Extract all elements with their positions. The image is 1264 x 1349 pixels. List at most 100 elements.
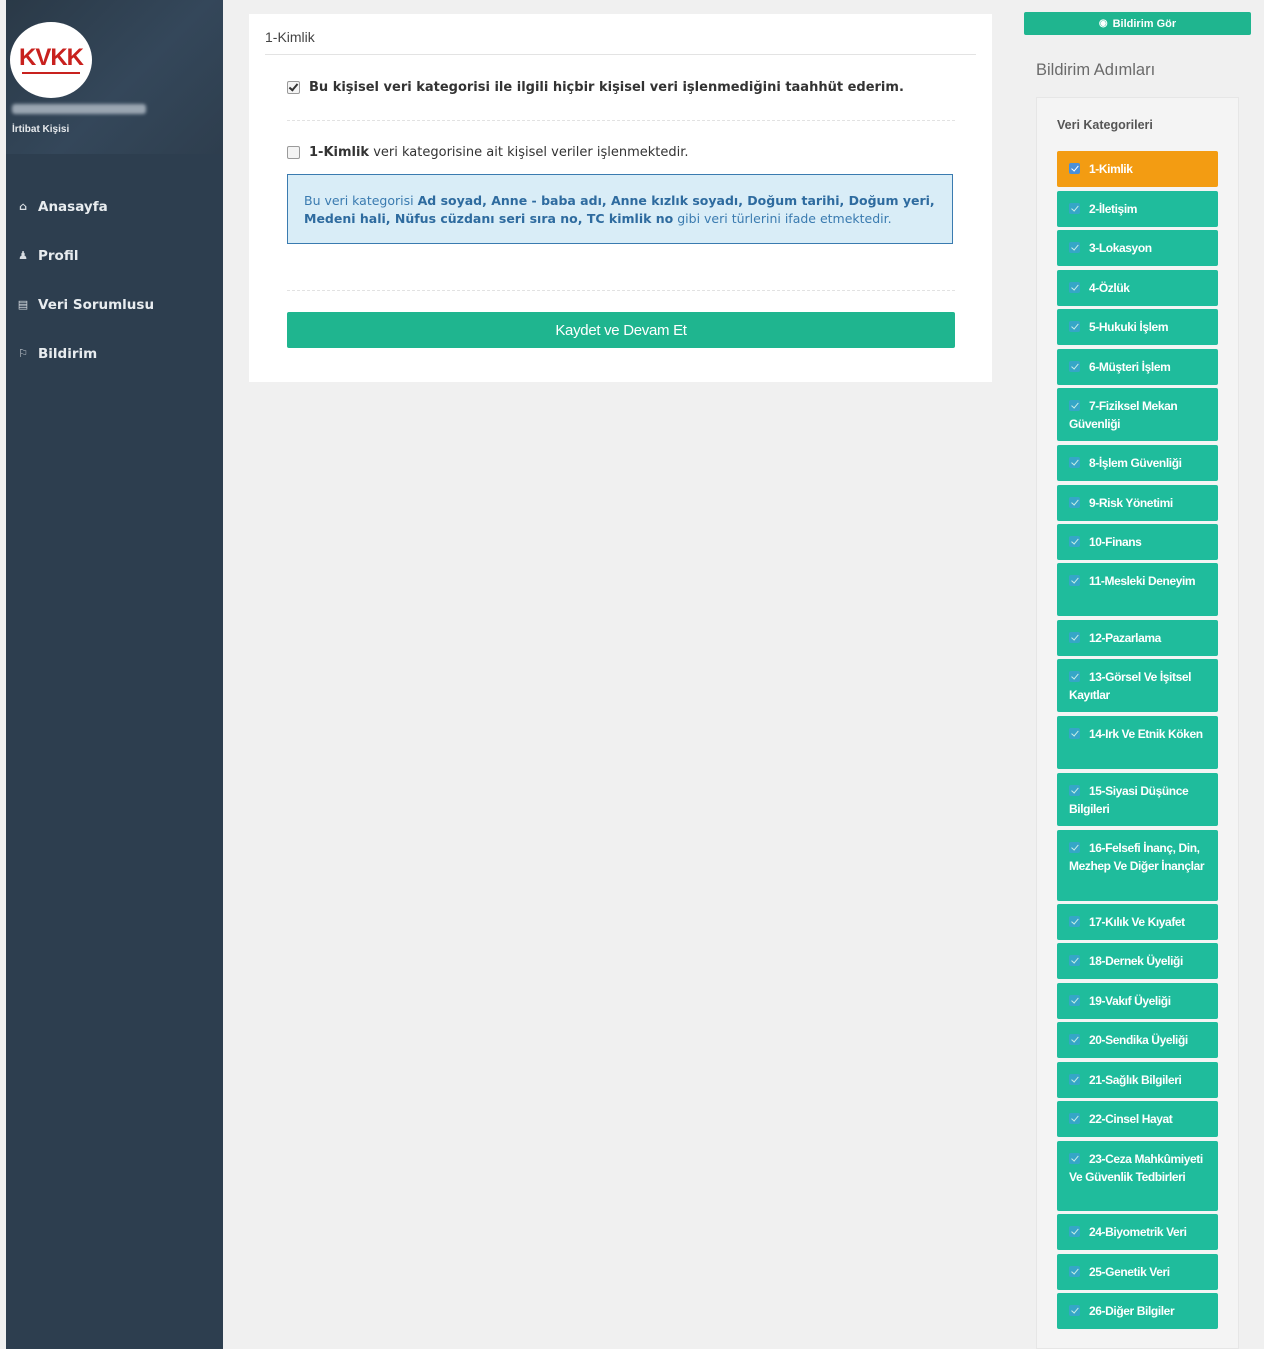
process-option[interactable]: 1-Kimlik veri kategorisine ait kişisel v… bbox=[287, 145, 689, 160]
profile-role: İrtibat Kişisi bbox=[12, 124, 70, 135]
step-item[interactable]: 18-Dernek Üyeliği bbox=[1057, 943, 1218, 979]
step-item[interactable]: 7-Fiziksel Mekan Güvenliği bbox=[1057, 388, 1218, 441]
step-item[interactable]: 24-Biyometrik Veri bbox=[1057, 1214, 1218, 1250]
checkbox-checked-icon bbox=[1069, 632, 1080, 643]
step-label: 3-Lokasyon bbox=[1089, 241, 1152, 255]
checkbox-checked-icon bbox=[1069, 1226, 1080, 1237]
checkbox-checked-icon bbox=[1069, 575, 1080, 586]
step-item[interactable]: 4-Özlük bbox=[1057, 270, 1218, 306]
checkbox-checked-icon bbox=[1069, 1074, 1080, 1085]
step-item[interactable]: 20-Sendika Üyeliği bbox=[1057, 1022, 1218, 1058]
commit-label: Bu kişisel veri kategorisi ile ilgili hi… bbox=[309, 80, 904, 95]
step-label: 8-İşlem Güvenliği bbox=[1089, 456, 1182, 470]
checkbox-checked-icon bbox=[1069, 955, 1080, 966]
checkbox-checked-icon bbox=[1069, 1266, 1080, 1277]
process-label-rest: veri kategorisine ait kişisel veriler iş… bbox=[373, 145, 689, 160]
step-item[interactable]: 19-Vakıf Üyeliği bbox=[1057, 983, 1218, 1019]
step-label: 16-Felsefi İnanç, Din, Mezhep Ve Diğer İ… bbox=[1069, 841, 1205, 873]
step-label: 17-Kılık Ve Kıyafet bbox=[1089, 915, 1185, 929]
sidebar-profile: KVKK İrtibat Kişisi bbox=[6, 0, 223, 154]
sidebar-item-label: Bildirim bbox=[38, 345, 98, 362]
checkbox-checked-icon bbox=[1069, 1305, 1080, 1316]
step-label: 11-Mesleki Deneyim bbox=[1089, 574, 1196, 588]
step-label: 22-Cinsel Hayat bbox=[1089, 1112, 1173, 1126]
checkbox-checked-icon bbox=[1069, 785, 1080, 796]
save-continue-button[interactable]: Kaydet ve Devam Et bbox=[287, 312, 955, 348]
step-item[interactable]: 26-Diğer Bilgiler bbox=[1057, 1293, 1218, 1329]
logo-underline bbox=[22, 72, 80, 74]
home-icon: ⌂ bbox=[19, 200, 27, 213]
info-prefix: Bu veri kategorisi bbox=[304, 193, 414, 208]
step-item[interactable]: 11-Mesleki Deneyim bbox=[1057, 563, 1218, 616]
step-item[interactable]: 16-Felsefi İnanç, Din, Mezhep Ve Diğer İ… bbox=[1057, 830, 1218, 901]
category-info-box: Bu veri kategorisi Ad soyad, Anne - baba… bbox=[287, 174, 953, 244]
sidebar-item-profil[interactable]: ♟ Profil bbox=[6, 231, 223, 280]
step-item[interactable]: 21-Sağlık Bilgileri bbox=[1057, 1062, 1218, 1098]
checkbox-checked-icon bbox=[1069, 321, 1080, 332]
step-label: 10-Finans bbox=[1089, 535, 1142, 549]
step-item[interactable]: 9-Risk Yönetimi bbox=[1057, 485, 1218, 521]
sidebar-item-veri-sorumlusu[interactable]: ▤ Veri Sorumlusu bbox=[6, 280, 223, 329]
step-item[interactable]: 1-Kimlik bbox=[1057, 151, 1218, 187]
checkbox-checked-icon bbox=[1069, 1153, 1080, 1164]
logo-text: KVKK bbox=[18, 44, 84, 71]
checkbox-checked-icon bbox=[1069, 916, 1080, 927]
step-item[interactable]: 25-Genetik Veri bbox=[1057, 1254, 1218, 1290]
step-item[interactable]: 3-Lokasyon bbox=[1057, 230, 1218, 266]
step-item[interactable]: 2-İletişim bbox=[1057, 191, 1218, 227]
process-category: 1-Kimlik bbox=[309, 145, 370, 160]
kvkk-logo: KVKK bbox=[10, 22, 92, 98]
step-label: 2-İletişim bbox=[1089, 202, 1138, 216]
bullhorn-icon: ⚐ bbox=[18, 347, 28, 360]
sidebar-item-anasayfa[interactable]: ⌂ Anasayfa bbox=[6, 182, 223, 231]
commit-checkbox[interactable] bbox=[287, 81, 300, 94]
step-item[interactable]: 15-Siyasi Düşünce Bilgileri bbox=[1057, 773, 1218, 826]
dashed-divider bbox=[287, 290, 955, 291]
step-item[interactable]: 8-İşlem Güvenliği bbox=[1057, 445, 1218, 481]
step-label: 7-Fiziksel Mekan Güvenliği bbox=[1069, 399, 1178, 431]
step-item[interactable]: 5-Hukuki İşlem bbox=[1057, 309, 1218, 345]
step-label: 15-Siyasi Düşünce Bilgileri bbox=[1069, 784, 1189, 816]
checkbox-checked-icon bbox=[1069, 671, 1080, 682]
checkbox-checked-icon bbox=[1069, 163, 1080, 174]
step-label: 12-Pazarlama bbox=[1089, 631, 1161, 645]
checkbox-checked-icon bbox=[1069, 728, 1080, 739]
database-icon: ▤ bbox=[17, 298, 29, 311]
checkbox-checked-icon bbox=[1069, 400, 1080, 411]
step-label: 1-Kimlik bbox=[1089, 162, 1133, 176]
checkbox-checked-icon bbox=[1069, 842, 1080, 853]
step-label: 24-Biyometrik Veri bbox=[1089, 1225, 1187, 1239]
step-label: 20-Sendika Üyeliği bbox=[1089, 1033, 1188, 1047]
step-label: 14-Irk Ve Etnik Köken bbox=[1089, 727, 1203, 741]
title-divider bbox=[265, 54, 976, 55]
checkbox-checked-icon bbox=[1069, 497, 1080, 508]
step-label: 13-Görsel Ve İşitsel Kayıtlar bbox=[1069, 670, 1192, 702]
sidebar-item-bildirim[interactable]: ⚐ Bildirim bbox=[6, 329, 223, 378]
info-suffix: gibi veri türlerini ifade etmektedir. bbox=[677, 211, 892, 226]
process-checkbox[interactable] bbox=[287, 146, 300, 159]
step-item[interactable]: 23-Ceza Mahkûmiyeti Ve Güvenlik Tedbirle… bbox=[1057, 1141, 1218, 1211]
view-notification-button[interactable]: ◉ Bildirim Gör bbox=[1024, 12, 1251, 35]
step-item[interactable]: 10-Finans bbox=[1057, 524, 1218, 560]
step-label: 9-Risk Yönetimi bbox=[1089, 496, 1173, 510]
sidebar-item-label: Veri Sorumlusu bbox=[38, 296, 155, 313]
checkbox-checked-icon bbox=[1069, 361, 1080, 372]
user-icon: ♟ bbox=[18, 249, 28, 262]
step-item[interactable]: 22-Cinsel Hayat bbox=[1057, 1101, 1218, 1137]
eye-icon: ◉ bbox=[1098, 18, 1108, 29]
step-item[interactable]: 14-Irk Ve Etnik Köken bbox=[1057, 716, 1218, 769]
checkbox-checked-icon bbox=[1069, 1034, 1080, 1045]
step-item[interactable]: 13-Görsel Ve İşitsel Kayıtlar bbox=[1057, 659, 1218, 712]
step-item[interactable]: 17-Kılık Ve Kıyafet bbox=[1057, 904, 1218, 940]
step-label: 19-Vakıf Üyeliği bbox=[1089, 994, 1171, 1008]
step-item[interactable]: 6-Müşteri İşlem bbox=[1057, 349, 1218, 385]
steps-subtitle: Veri Kategorileri bbox=[1057, 118, 1153, 132]
step-label: 18-Dernek Üyeliği bbox=[1089, 954, 1183, 968]
step-label: 26-Diğer Bilgiler bbox=[1089, 1304, 1175, 1318]
checkbox-checked-icon bbox=[1069, 995, 1080, 1006]
checkbox-checked-icon bbox=[1069, 1113, 1080, 1124]
step-item[interactable]: 12-Pazarlama bbox=[1057, 620, 1218, 656]
commit-option[interactable]: Bu kişisel veri kategorisi ile ilgili hi… bbox=[287, 80, 904, 95]
step-label: 5-Hukuki İşlem bbox=[1089, 320, 1169, 334]
sidebar-item-label: Anasayfa bbox=[38, 198, 108, 215]
